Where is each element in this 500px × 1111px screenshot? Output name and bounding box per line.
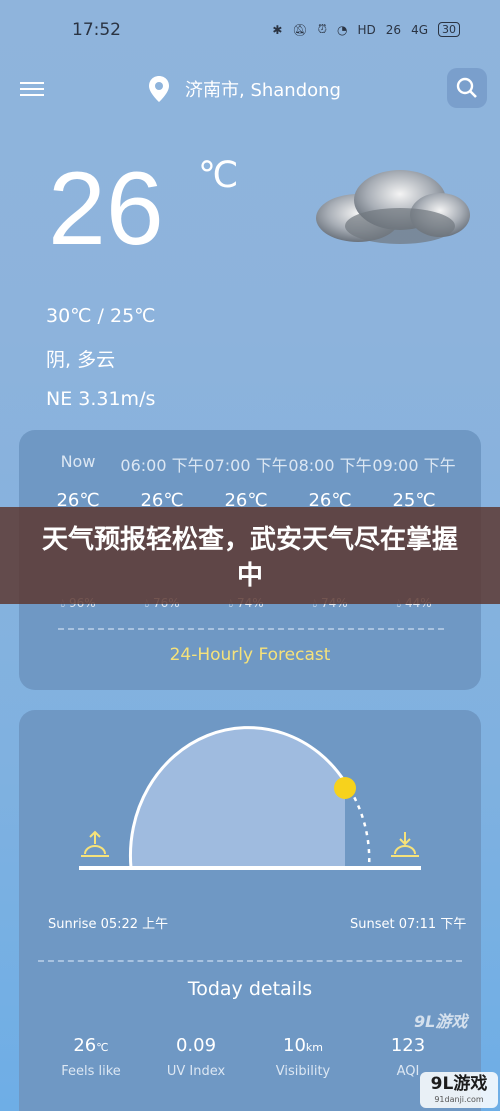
detail-label: Visibility [275, 1064, 331, 1079]
temperature-range: 30℃ / 25℃ [46, 305, 156, 327]
current-temperature: 26 [48, 151, 164, 267]
today-details-title: Today details [187, 978, 313, 1000]
menu-line [20, 88, 44, 90]
watermark-site: 91danji.com [434, 1095, 484, 1104]
status-bar: 17:52 ✱ 🔕︎ ⏰︎ ◔ HD 26 4G 30 [0, 0, 500, 60]
detail-visibility: 10km Visibility [248, 1035, 358, 1079]
sunset-icon [391, 832, 419, 857]
watermark-badge-logo: 9L游戏 [430, 1074, 488, 1094]
mute-icon: 🔕︎ [292, 22, 308, 37]
hourly-forecast-link[interactable]: 24-Hourly Forecast [0, 645, 500, 665]
detail-value: 10 [283, 1035, 306, 1056]
detail-label: Feels like [61, 1064, 121, 1079]
detail-value: 123 [390, 1035, 426, 1056]
wifi-icon: ◔ [337, 22, 348, 37]
status-time: 17:52 [72, 20, 121, 40]
wind-info: NE 3.31m/s [46, 388, 156, 410]
signal-2g-label: 26 [385, 22, 402, 37]
detail-unit: km [305, 1041, 323, 1054]
hour-label: 08:00 下午 [288, 456, 372, 475]
hour-label: 07:00 下午 [204, 456, 288, 475]
detail-feels-like: 26℃ Feels like [36, 1035, 146, 1079]
divider [58, 628, 444, 630]
menu-button[interactable] [20, 78, 44, 98]
detail-uv-index: 0.09 UV Index [141, 1035, 251, 1079]
menu-line [20, 94, 44, 96]
location-name[interactable]: 济南市, Shandong [185, 76, 341, 102]
temperature-unit: ℃ [198, 155, 239, 196]
weather-condition: 阴, 多云 [46, 349, 116, 371]
search-icon [456, 77, 477, 98]
banner-title: 天气预报轻松查，武安天气尽在掌握中 [41, 525, 458, 591]
detail-value: 26 [73, 1035, 97, 1056]
sunrise-icon [81, 830, 109, 857]
watermark-badge: 9L游戏 91danji.com [420, 1072, 498, 1108]
battery-icon: 30 [438, 22, 460, 37]
signal-4g-label: 4G [411, 22, 428, 37]
cloud-icon [300, 160, 475, 259]
divider [38, 960, 462, 962]
location-pin-icon [148, 76, 170, 106]
hour-label: Now [60, 452, 96, 471]
hourly-times: Now 06:00 下午 07:00 下午 08:00 下午 09:00 下午 [36, 452, 456, 476]
detail-label: UV Index [166, 1064, 226, 1079]
alarm-icon: ⏰︎ [317, 22, 328, 36]
sun-icon [334, 777, 356, 799]
sun-arc-diagram [79, 726, 421, 870]
status-icons: ✱ 🔕︎ ⏰︎ ◔ HD 26 4G 30 [272, 22, 460, 37]
hour-label: 06:00 下午 [120, 456, 204, 475]
hd-label: HD [357, 22, 376, 37]
search-button[interactable] [447, 68, 487, 108]
menu-line [20, 82, 44, 84]
detail-value: 0.09 [175, 1035, 217, 1056]
watermark-logo: 9L游戏 [414, 1012, 468, 1031]
detail-unit: ℃ [96, 1041, 109, 1054]
bluetooth-icon: ✱ [272, 22, 283, 37]
sunrise-time: Sunrise 05:22 上午 [48, 917, 169, 932]
hour-label: 09:00 下午 [372, 456, 456, 475]
sunset-time: Sunset 07:11 下午 [350, 917, 467, 932]
